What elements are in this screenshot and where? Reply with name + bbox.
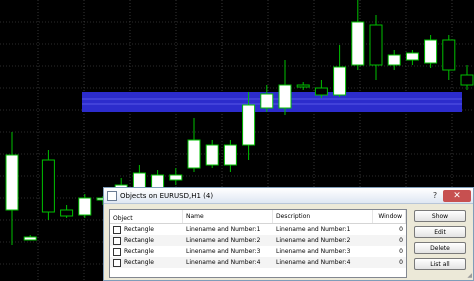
- candle-body: [187, 139, 201, 169]
- table-row[interactable]: Rectangle Linename and Number:2 Linename…: [110, 235, 406, 246]
- object-cell: Rectangle: [110, 247, 183, 256]
- table-header: Object Name Description Window: [110, 210, 406, 224]
- candle-body: [260, 93, 274, 109]
- list-all-button[interactable]: List all: [414, 258, 466, 270]
- delete-button[interactable]: Delete: [414, 242, 466, 254]
- column-header-name[interactable]: Name: [183, 210, 273, 223]
- window-cell: 0: [399, 259, 403, 266]
- window-icon: [107, 190, 117, 201]
- candle-body: [405, 52, 419, 61]
- object-type: Rectangle: [124, 259, 154, 266]
- candle-body: [41, 159, 55, 213]
- candle-body: [242, 104, 256, 146]
- description-cell: Linename and Number:1: [276, 226, 351, 233]
- candle-body: [442, 39, 456, 71]
- object-type: Rectangle: [124, 226, 154, 233]
- candle-body: [169, 174, 183, 181]
- object-type: Rectangle: [124, 248, 154, 255]
- object-type: Rectangle: [124, 237, 154, 244]
- row-checkbox[interactable]: [113, 258, 121, 267]
- column-header-window[interactable]: Window: [373, 210, 406, 223]
- candle-body: [314, 87, 328, 96]
- candle-body: [278, 84, 292, 109]
- object-cell: Rectangle: [110, 225, 183, 234]
- name-cell: Linename and Number:1: [186, 226, 261, 233]
- row-checkbox[interactable]: [113, 247, 121, 256]
- column-header-object[interactable]: Object: [110, 210, 183, 223]
- table-body: Rectangle Linename and Number:1 Linename…: [110, 224, 406, 268]
- object-cell: Rectangle: [110, 236, 183, 245]
- candle-body: [333, 66, 347, 96]
- description-cell: Linename and Number:3: [276, 248, 351, 255]
- close-button[interactable]: ✕: [443, 189, 471, 202]
- candle-body: [424, 39, 438, 64]
- table-row[interactable]: Rectangle Linename and Number:3 Linename…: [110, 246, 406, 257]
- candle-body: [351, 21, 365, 66]
- resize-grip-icon[interactable]: ◢: [467, 272, 472, 279]
- description-cell: Linename and Number:4: [276, 259, 351, 266]
- candle-body: [460, 74, 474, 86]
- candle-body: [23, 236, 37, 241]
- candle-body: [78, 197, 92, 216]
- objects-table: Object Name Description Window Rectangle…: [109, 209, 407, 278]
- action-buttons: Show Edit Delete List all: [414, 210, 469, 274]
- candle-body: [387, 54, 401, 66]
- window-cell: 0: [399, 237, 403, 244]
- window-cell: 0: [399, 226, 403, 233]
- candle-body: [223, 144, 237, 166]
- column-header-description[interactable]: Description: [273, 210, 373, 223]
- dialog-title: Objects on EURUSD,H1 (4): [120, 191, 214, 200]
- candle-body: [369, 24, 383, 66]
- description-cell: Linename and Number:2: [276, 237, 351, 244]
- help-icon[interactable]: ?: [430, 191, 440, 200]
- table-row[interactable]: Rectangle Linename and Number:1 Linename…: [110, 224, 406, 235]
- show-button[interactable]: Show: [414, 210, 466, 222]
- candle-body: [205, 144, 219, 166]
- candle-body: [296, 84, 310, 88]
- row-checkbox[interactable]: [113, 225, 121, 234]
- name-cell: Linename and Number:3: [186, 248, 261, 255]
- edit-button[interactable]: Edit: [414, 226, 466, 238]
- table-row[interactable]: Rectangle Linename and Number:4 Linename…: [110, 257, 406, 268]
- candle-body: [60, 209, 74, 217]
- objects-dialog: Objects on EURUSD,H1 (4) ? ✕ Object Name…: [103, 187, 474, 281]
- candle-body: [5, 154, 19, 211]
- object-cell: Rectangle: [110, 258, 183, 267]
- row-checkbox[interactable]: [113, 236, 121, 245]
- window-cell: 0: [399, 248, 403, 255]
- dialog-titlebar[interactable]: Objects on EURUSD,H1 (4) ? ✕: [104, 188, 473, 204]
- name-cell: Linename and Number:4: [186, 259, 261, 266]
- name-cell: Linename and Number:2: [186, 237, 261, 244]
